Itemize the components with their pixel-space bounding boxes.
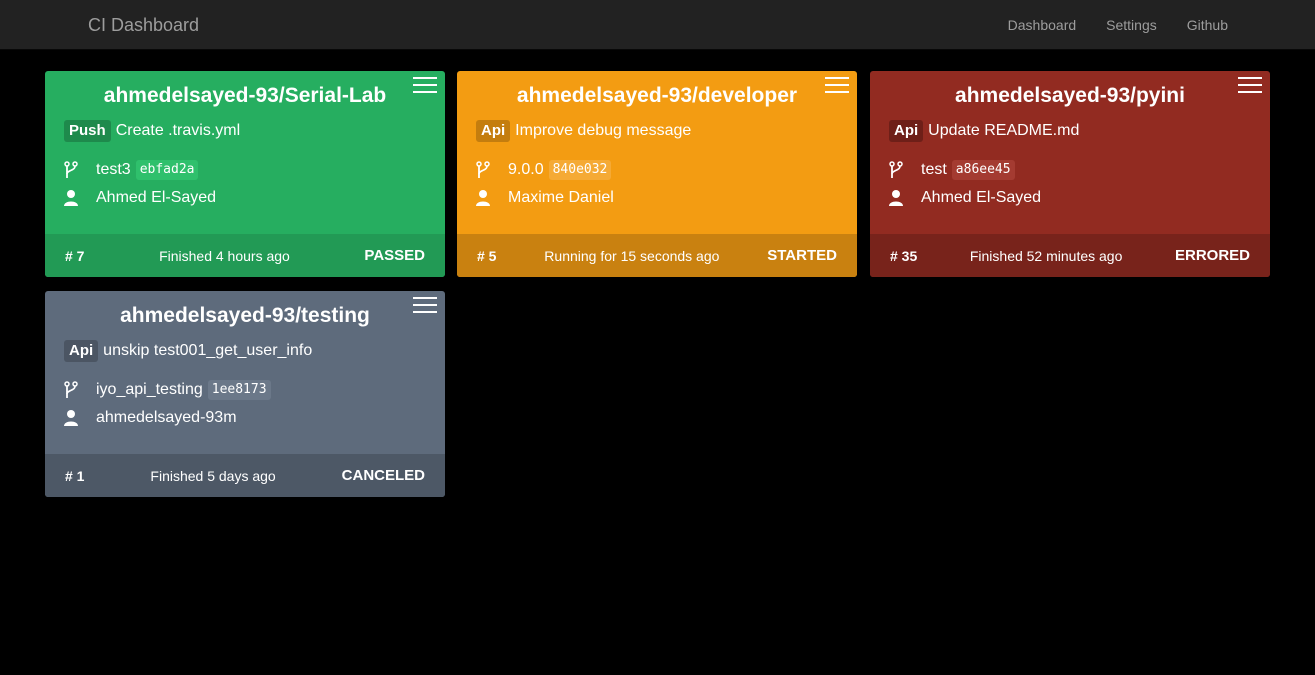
build-footer: # 35 Finished 52 minutes ago ERRORED (870, 234, 1270, 277)
build-card[interactable]: ahmedelsayed-93/testing Api unskip test0… (45, 291, 445, 497)
code-branch-icon (889, 161, 903, 178)
commit-info: Push Create .travis.yml (64, 120, 240, 142)
build-number[interactable]: # 7 (65, 248, 84, 264)
code-branch-icon (64, 381, 78, 398)
branch-row: 9.0.0 840e032 (476, 160, 612, 180)
navbar: CI Dashboard Dashboard Settings Github (0, 0, 1315, 50)
branch-name[interactable]: test (921, 160, 947, 180)
author-name: Ahmed El-Sayed (921, 189, 1042, 206)
build-number[interactable]: # 35 (890, 248, 917, 264)
user-icon (64, 190, 78, 206)
hamburger-menu-icon[interactable] (1238, 76, 1262, 94)
build-card[interactable]: ahmedelsayed-93/developer Api Improve de… (457, 71, 857, 277)
code-branch-icon (476, 161, 490, 178)
event-tag: Push (64, 120, 111, 142)
commit-info: Api Update README.md (889, 120, 1079, 142)
code-branch-icon (64, 161, 78, 178)
repo-title[interactable]: ahmedelsayed-93/Serial-Lab (45, 83, 445, 109)
nav-link-dashboard[interactable]: Dashboard (1008, 16, 1077, 34)
branch-row: test a86ee45 (889, 160, 1015, 180)
nav-links: Dashboard Settings Github (1008, 16, 1228, 34)
hamburger-menu-icon[interactable] (413, 76, 437, 94)
author-name: Maxime Daniel (508, 189, 614, 206)
status-badge: PASSED (364, 247, 425, 264)
commit-sha[interactable]: ebfad2a (135, 160, 199, 180)
commit-message: unskip test001_get_user_info (103, 342, 313, 359)
commit-message: Update README.md (928, 122, 1080, 139)
repo-title[interactable]: ahmedelsayed-93/testing (45, 303, 445, 329)
commit-message: Create .travis.yml (115, 122, 241, 139)
branch-name[interactable]: iyo_api_testing (96, 380, 203, 400)
brand-link[interactable]: CI Dashboard (88, 14, 199, 36)
build-time: Finished 5 days ago (150, 467, 276, 484)
author-row: Maxime Daniel (476, 188, 614, 208)
commit-info: Api Improve debug message (476, 120, 691, 142)
build-footer: # 1 Finished 5 days ago CANCELED (45, 454, 445, 497)
build-number[interactable]: # 5 (477, 248, 496, 264)
commit-sha[interactable]: 840e032 (548, 160, 612, 180)
author-name: ahmedelsayed-93m (96, 409, 237, 426)
author-row: Ahmed El-Sayed (64, 188, 216, 208)
commit-message: Improve debug message (515, 122, 692, 139)
build-time: Running for 15 seconds ago (544, 247, 720, 264)
build-time: Finished 4 hours ago (159, 247, 290, 264)
commit-info: Api unskip test001_get_user_info (64, 340, 312, 362)
nav-link-github[interactable]: Github (1187, 16, 1228, 34)
repo-title[interactable]: ahmedelsayed-93/pyini (870, 83, 1270, 109)
hamburger-menu-icon[interactable] (413, 296, 437, 314)
commit-sha[interactable]: a86ee45 (951, 160, 1015, 180)
build-time: Finished 52 minutes ago (969, 247, 1123, 264)
user-icon (476, 190, 490, 206)
build-footer: # 7 Finished 4 hours ago PASSED (45, 234, 445, 277)
event-tag: Api (64, 340, 99, 362)
author-name: Ahmed El-Sayed (96, 189, 217, 206)
status-badge: CANCELED (341, 467, 425, 484)
event-tag: Api (889, 120, 924, 142)
author-row: Ahmed El-Sayed (889, 188, 1041, 208)
branch-name[interactable]: 9.0.0 (508, 160, 544, 180)
hamburger-menu-icon[interactable] (825, 76, 849, 94)
user-icon (64, 410, 78, 426)
commit-sha[interactable]: 1ee8173 (207, 380, 271, 400)
repo-title[interactable]: ahmedelsayed-93/developer (457, 83, 857, 109)
build-number[interactable]: # 1 (65, 468, 84, 484)
user-icon (889, 190, 903, 206)
status-badge: ERRORED (1174, 247, 1250, 264)
build-footer: # 5 Running for 15 seconds ago STARTED (457, 234, 857, 277)
event-tag: Api (476, 120, 511, 142)
branch-row: test3 ebfad2a (64, 160, 199, 180)
nav-link-settings[interactable]: Settings (1106, 16, 1157, 34)
build-card[interactable]: ahmedelsayed-93/Serial-Lab Push Create .… (45, 71, 445, 277)
branch-name[interactable]: test3 (96, 160, 131, 180)
build-card[interactable]: ahmedelsayed-93/pyini Api Update README.… (870, 71, 1270, 277)
status-badge: STARTED (767, 247, 837, 264)
author-row: ahmedelsayed-93m (64, 408, 237, 428)
branch-row: iyo_api_testing 1ee8173 (64, 380, 271, 400)
